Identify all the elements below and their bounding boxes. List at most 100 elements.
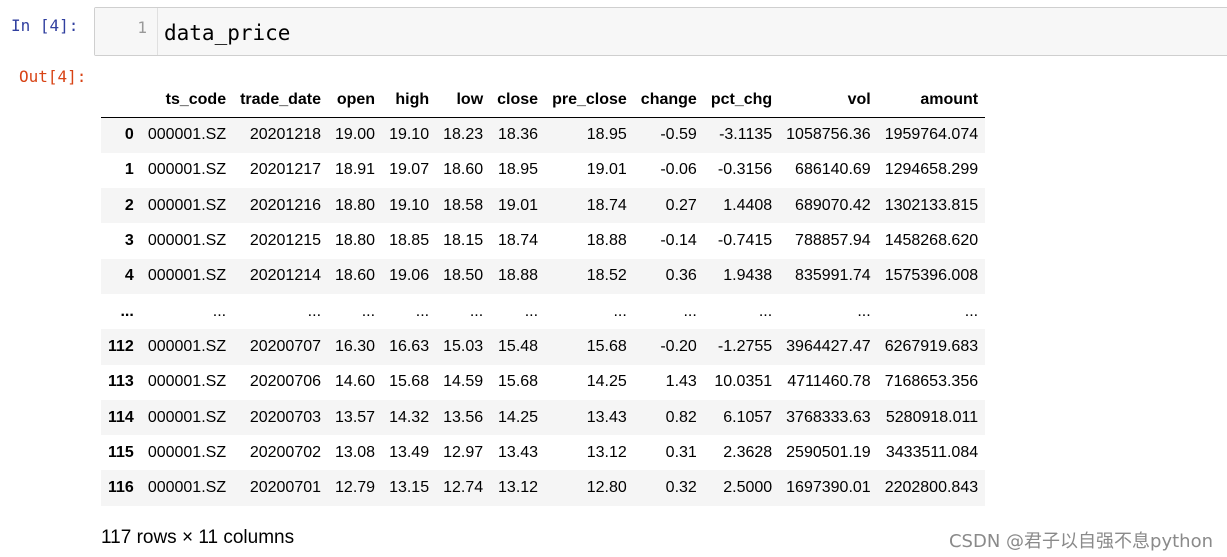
line-number: 1 [137,18,147,37]
table-cell: 689070.42 [795,196,871,214]
table-cell: 18.52 [586,267,627,285]
table-cell: ... [212,302,227,320]
table-cell: 18.74 [498,232,539,250]
table-cell: 18.23 [443,126,484,144]
table-cell: 13.49 [389,443,430,461]
row-index: 4 [124,267,134,285]
table-cell: 18.95 [498,161,539,179]
table-cell: 0.32 [665,479,697,497]
table-cell: ... [758,302,773,320]
table-cell: 000001.SZ [147,337,227,355]
code-cell-input[interactable]: 1 data_price [94,7,1227,56]
table-cell: 18.91 [335,161,376,179]
table-cell: -0.14 [660,232,697,250]
table-cell: 13.57 [335,408,376,426]
table-cell: 000001.SZ [147,126,227,144]
table-body: 0 000001.SZ 20201218 19.00 19.10 18.23 18.36 18… [101,117,986,506]
row-index: 3 [124,232,134,250]
table-cell: 2590501.19 [786,443,871,461]
table-cell: 10.0351 [714,373,773,391]
table-cell: 1302133.815 [884,196,979,214]
table-cell: 19.01 [498,196,539,214]
table-cell: 1.4408 [723,196,773,214]
row-index: ... [120,302,134,320]
dataframe-output: ts_code trade_date open high low close pre_clo… [101,82,986,506]
input-prompt: In [4]: [11,16,79,35]
table-row: .................................... [101,294,985,329]
table-cell: 13.43 [586,408,627,426]
table-row: 0 000001.SZ 20201218 19.00 19.10 18.23 18.36 18… [101,117,986,153]
table-cell: 000001.SZ [147,479,227,497]
table-cell: 20201216 [249,196,322,214]
table-cell: 1959764.074 [884,126,979,144]
table-cell: 14.59 [443,373,484,391]
table-cell: 18.88 [586,232,627,250]
table-cell: -0.59 [660,126,697,144]
table-cell: 000001.SZ [147,373,227,391]
table-cell: 000001.SZ [147,443,227,461]
table-cell: 20200703 [249,408,322,426]
table-cell: 19.06 [389,267,430,285]
table-cell: 1294658.299 [884,161,979,179]
table-cell: 12.97 [443,443,484,461]
table-cell: 12.80 [586,479,627,497]
table-row: 113 000001.SZ 20200706 14.60 15.68 14.59 15.68… [101,365,985,400]
table-cell: 13.08 [335,443,376,461]
table-cell: 14.60 [335,373,376,391]
table-cell: 3433511.084 [885,443,979,461]
column-header: trade_date [233,82,329,118]
table-cell: 20201218 [249,126,322,144]
table-row: 2 000001.SZ 20201216 18.80 19.10 18.58 19.01 18… [101,188,986,224]
row-index: 112 [108,337,134,355]
table-row: 112 000001.SZ 20200707 16.30 16.63 15.03 15.48… [101,329,986,365]
table-cell: 13.43 [498,443,539,461]
table-cell: 4711460.78 [787,373,871,391]
table-cell: -0.20 [660,337,697,355]
table-cell: 1.43 [665,373,697,391]
table-cell: 3964427.47 [786,337,871,355]
table-cell: 2.3628 [723,443,773,461]
table-cell: 0.27 [665,196,697,214]
table-header: ts_code trade_date open high low close pre_clo… [101,82,986,118]
column-header: high [382,82,437,118]
table-cell: 18.58 [443,196,484,214]
table-row: 1 000001.SZ 20201217 18.91 19.07 18.60 18.95 19… [101,153,985,188]
table-cell: 3768333.63 [786,408,871,426]
column-header: change [633,82,704,118]
table-cell: 20200707 [249,337,322,355]
table-cell: ... [964,302,979,320]
table-cell: 16.63 [389,337,430,355]
table-cell: 20200702 [249,443,322,461]
table-cell: 15.48 [498,337,539,355]
table-cell: ... [683,302,697,320]
row-index: 0 [124,126,134,144]
table-cell: 000001.SZ [147,267,227,285]
table-cell: 000001.SZ [147,161,227,179]
row-index: 1 [124,161,134,179]
table-cell: ... [469,302,484,320]
table-cell: 1575396.008 [884,267,979,285]
column-header: vol [779,82,878,118]
table-cell: 15.03 [443,337,484,355]
table-cell: 13.15 [389,479,430,497]
table-cell: ... [524,302,539,320]
table-cell: 18.80 [335,196,376,214]
table-cell: 13.12 [586,443,627,461]
table-cell: 6.1057 [723,408,773,426]
row-index: 113 [108,373,134,391]
table-cell: 0.36 [665,267,697,285]
table-cell: ... [415,302,430,320]
table-cell: 5280918.011 [885,408,979,426]
table-row: 114 000001.SZ 20200703 13.57 14.32 13.56 14.25… [101,399,986,436]
code-text[interactable]: data_price [164,20,290,46]
table-cell: 13.56 [443,408,484,426]
table-cell: 19.07 [389,161,430,179]
table-cell: 20201214 [249,267,322,285]
table-row: 115 000001.SZ 20200702 13.08 13.49 12.97 13.43… [101,435,985,470]
table-cell: 1058756.36 [786,126,871,144]
table-cell: 20201217 [249,161,322,179]
table-cell: 1458268.620 [884,232,979,250]
table-cell: ... [361,302,376,320]
table-cell: 15.68 [389,373,430,391]
table-cell: 20200701 [249,479,322,497]
